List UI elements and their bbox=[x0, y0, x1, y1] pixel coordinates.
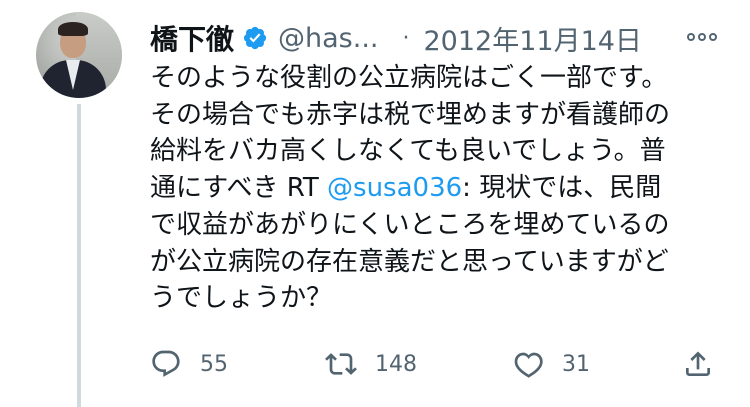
reply-button[interactable]: 55 bbox=[150, 344, 228, 384]
reply-count: 55 bbox=[200, 351, 228, 377]
like-button[interactable]: 31 bbox=[512, 344, 590, 384]
retweet-icon bbox=[325, 353, 357, 375]
tweet-header: 橋下徹 @has... · 2012年11月14日 bbox=[150, 18, 750, 58]
more-options-icon[interactable] bbox=[684, 22, 720, 52]
thread-line bbox=[77, 104, 81, 407]
avatar-hair bbox=[58, 22, 88, 36]
avatar-column bbox=[36, 12, 122, 98]
author-handle[interactable]: @has... bbox=[278, 23, 378, 54]
mention-link[interactable]: @susa036 bbox=[327, 173, 462, 203]
heart-icon bbox=[514, 352, 543, 378]
tweet-text: そのような役割の公立病院はごく一部です。 その場合でも赤字は税で埋めますが看護師… bbox=[150, 60, 730, 317]
share-icon bbox=[686, 351, 710, 376]
separator-dot: · bbox=[402, 25, 410, 51]
verified-badge-icon bbox=[242, 25, 268, 51]
author-name[interactable]: 橋下徹 bbox=[150, 18, 234, 58]
retweet-button[interactable]: 148 bbox=[325, 344, 417, 384]
tweet-timestamp[interactable]: 2012年11月14日 bbox=[424, 19, 642, 58]
tweet-actions: 55 148 31 bbox=[150, 344, 730, 384]
like-count: 31 bbox=[562, 351, 590, 377]
share-button[interactable] bbox=[682, 344, 714, 384]
reply-icon bbox=[152, 350, 180, 377]
avatar[interactable] bbox=[36, 12, 122, 98]
retweet-count: 148 bbox=[375, 351, 417, 377]
